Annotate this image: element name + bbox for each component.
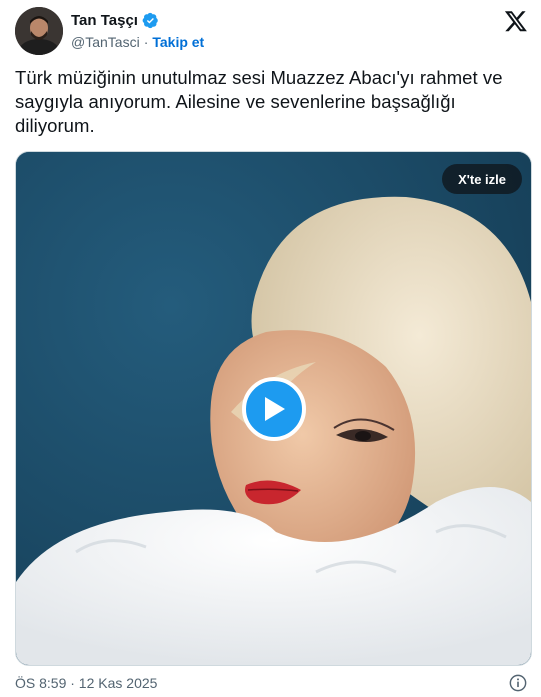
play-button[interactable] (242, 377, 306, 441)
avatar[interactable] (15, 7, 63, 55)
tweet-text: Türk müziğinin unutulmaz sesi Muazzez Ab… (15, 67, 503, 136)
video-player[interactable]: X'te izle (15, 151, 532, 666)
author-handle[interactable]: @TanTasci (71, 34, 140, 50)
author-name-row: Tan Taşçı (71, 12, 159, 29)
play-icon (265, 397, 285, 421)
verified-badge-icon (142, 12, 159, 29)
follow-button[interactable]: Takip et (152, 34, 204, 50)
info-icon[interactable] (509, 674, 527, 692)
separator-dot: · (143, 34, 149, 50)
watch-on-x-button[interactable]: X'te izle (442, 164, 522, 194)
author-display-name[interactable]: Tan Taşçı (71, 12, 138, 29)
tweet-timestamp[interactable]: ÖS 8:59 · 12 Kas 2025 (15, 675, 157, 691)
tweet-header: Tan Taşçı @TanTasci · Takip et (15, 7, 529, 55)
author-handle-row: @TanTasci · Takip et (71, 34, 204, 50)
x-logo-icon[interactable] (503, 9, 529, 33)
avatar-photo (15, 7, 63, 55)
